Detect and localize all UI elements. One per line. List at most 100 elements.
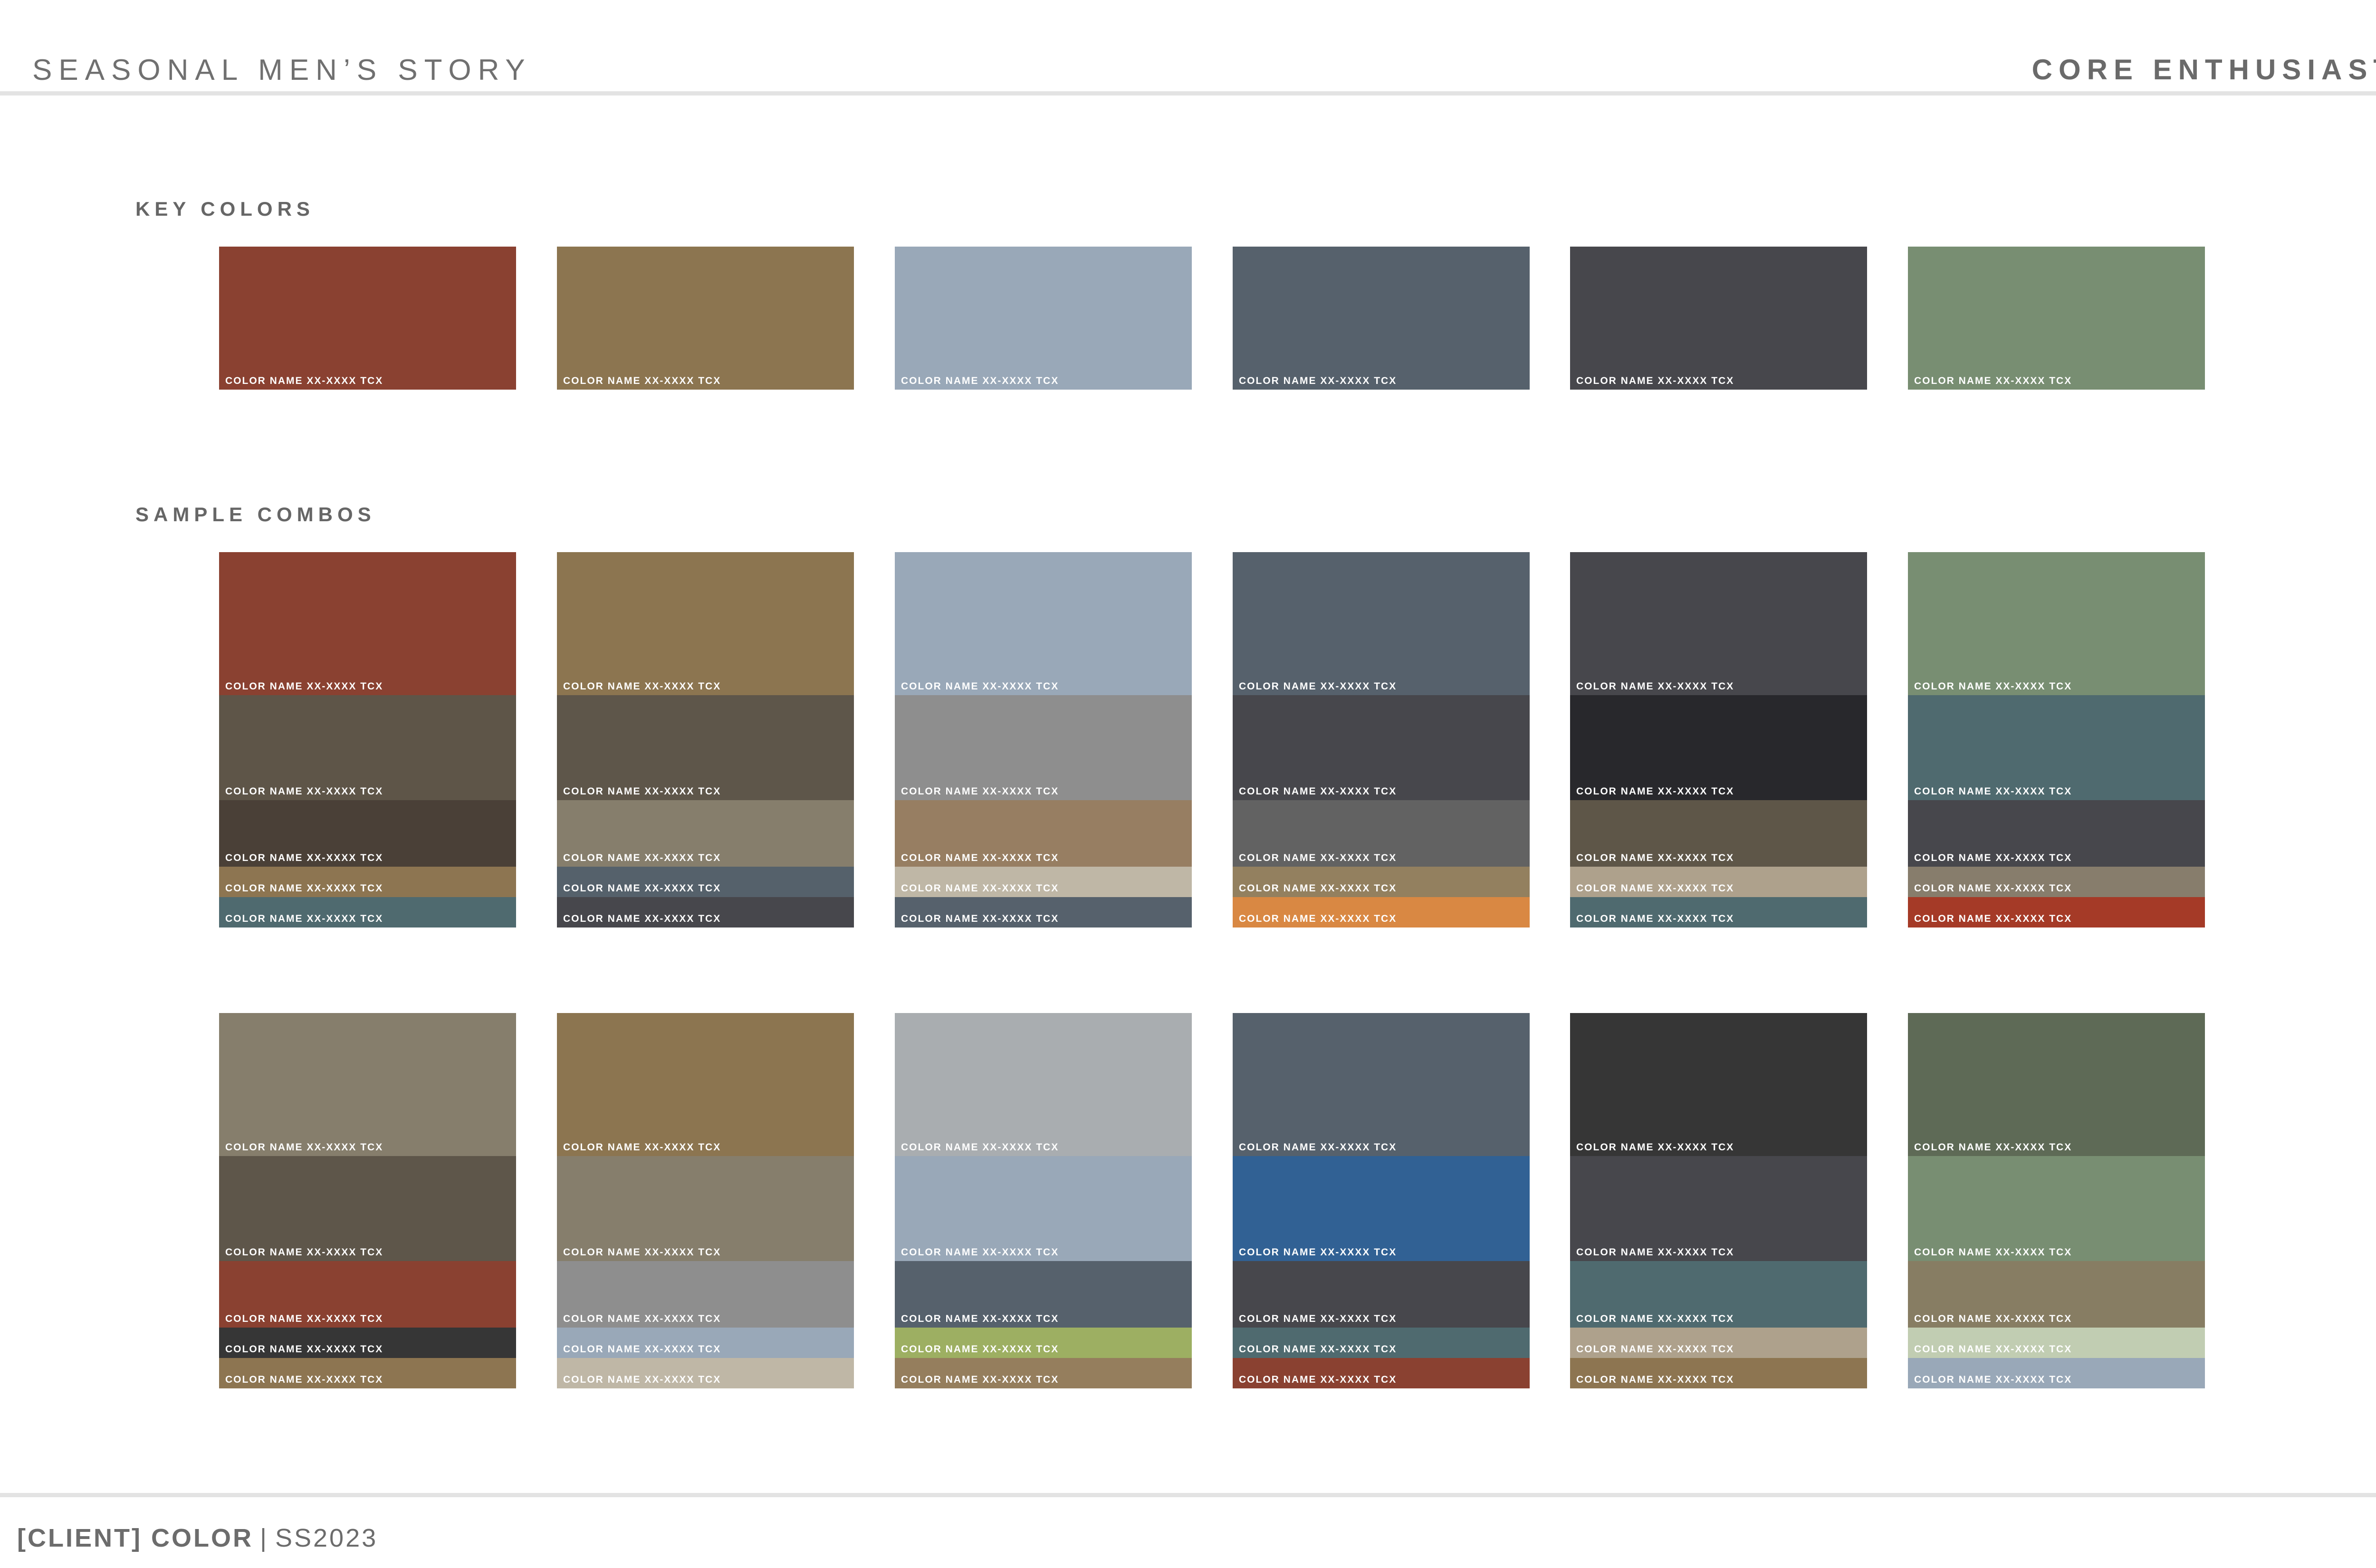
key-color-swatch: COLOR NAME XX-XXXX TCX (1908, 247, 2205, 390)
combo-swatch: COLOR NAME XX-XXXX TCX (219, 800, 516, 867)
combo-swatch: COLOR NAME XX-XXXX TCX (895, 800, 1192, 867)
key-colors-heading: KEY COLORS (135, 198, 315, 220)
swatch-label: COLOR NAME XX-XXXX TCX (1914, 681, 2072, 692)
swatch-label: COLOR NAME XX-XXXX TCX (1914, 1313, 2072, 1324)
combo-swatch: COLOR NAME XX-XXXX TCX (219, 552, 516, 695)
combo-swatch: COLOR NAME XX-XXXX TCX (1233, 867, 1530, 897)
swatch-label: COLOR NAME XX-XXXX TCX (225, 1313, 383, 1324)
combo-swatch: COLOR NAME XX-XXXX TCX (219, 695, 516, 800)
swatch-label: COLOR NAME XX-XXXX TCX (563, 852, 721, 863)
combo-swatch: COLOR NAME XX-XXXX TCX (1908, 867, 2205, 897)
swatch-label: COLOR NAME XX-XXXX TCX (1239, 883, 1397, 894)
swatch-label: COLOR NAME XX-XXXX TCX (225, 852, 383, 863)
combo-swatch: COLOR NAME XX-XXXX TCX (1570, 800, 1867, 867)
swatch-label: COLOR NAME XX-XXXX TCX (225, 913, 383, 924)
swatch-label: COLOR NAME XX-XXXX TCX (901, 375, 1059, 386)
segment-title: CORE ENTHUSIAST (2031, 54, 2376, 86)
combo-swatch: COLOR NAME XX-XXXX TCX (895, 1261, 1192, 1328)
combo-swatch: COLOR NAME XX-XXXX TCX (557, 552, 854, 695)
swatch-label: COLOR NAME XX-XXXX TCX (901, 852, 1059, 863)
combo-swatch: COLOR NAME XX-XXXX TCX (1908, 1328, 2205, 1358)
bottom-divider (0, 1493, 2376, 1497)
key-color-swatch: COLOR NAME XX-XXXX TCX (895, 247, 1192, 390)
combo-swatch: COLOR NAME XX-XXXX TCX (1233, 897, 1530, 927)
combo-swatch: COLOR NAME XX-XXXX TCX (557, 867, 854, 897)
swatch-label: COLOR NAME XX-XXXX TCX (1576, 786, 1734, 797)
swatch-label: COLOR NAME XX-XXXX TCX (1576, 375, 1734, 386)
combo-swatch: COLOR NAME XX-XXXX TCX (557, 1358, 854, 1388)
swatch-label: COLOR NAME XX-XXXX TCX (225, 1344, 383, 1355)
swatch-label: COLOR NAME XX-XXXX TCX (1239, 913, 1397, 924)
swatch-label: COLOR NAME XX-XXXX TCX (1914, 913, 2072, 924)
swatch-label: COLOR NAME XX-XXXX TCX (225, 1374, 383, 1385)
combo-swatch: COLOR NAME XX-XXXX TCX (557, 1328, 854, 1358)
swatch-label: COLOR NAME XX-XXXX TCX (1914, 1247, 2072, 1258)
swatch-label: COLOR NAME XX-XXXX TCX (563, 1344, 721, 1355)
swatch-label: COLOR NAME XX-XXXX TCX (563, 1313, 721, 1324)
combo-swatch: COLOR NAME XX-XXXX TCX (1908, 1156, 2205, 1261)
combo-swatch: COLOR NAME XX-XXXX TCX (219, 1156, 516, 1261)
combo-swatch: COLOR NAME XX-XXXX TCX (1233, 1358, 1530, 1388)
swatch-label: COLOR NAME XX-XXXX TCX (563, 786, 721, 797)
combo-swatch: COLOR NAME XX-XXXX TCX (1908, 800, 2205, 867)
swatch-label: COLOR NAME XX-XXXX TCX (225, 1142, 383, 1153)
combo-swatch: COLOR NAME XX-XXXX TCX (895, 1358, 1192, 1388)
swatch-label: COLOR NAME XX-XXXX TCX (901, 1344, 1059, 1355)
swatch-label: COLOR NAME XX-XXXX TCX (225, 883, 383, 894)
key-color-swatch: COLOR NAME XX-XXXX TCX (557, 247, 854, 390)
swatch-label: COLOR NAME XX-XXXX TCX (1576, 1142, 1734, 1153)
swatch-label: COLOR NAME XX-XXXX TCX (1576, 913, 1734, 924)
story-title: SEASONAL MEN’S STORY (32, 54, 532, 86)
swatch-label: COLOR NAME XX-XXXX TCX (1239, 375, 1397, 386)
swatch-label: COLOR NAME XX-XXXX TCX (1239, 1374, 1397, 1385)
swatch-label: COLOR NAME XX-XXXX TCX (1914, 883, 2072, 894)
swatch-label: COLOR NAME XX-XXXX TCX (1239, 1142, 1397, 1153)
swatch-label: COLOR NAME XX-XXXX TCX (225, 681, 383, 692)
swatch-label: COLOR NAME XX-XXXX TCX (225, 786, 383, 797)
combo-swatch: COLOR NAME XX-XXXX TCX (1908, 552, 2205, 695)
combo-swatch: COLOR NAME XX-XXXX TCX (1233, 695, 1530, 800)
combo-swatch: COLOR NAME XX-XXXX TCX (557, 695, 854, 800)
combo-swatch: COLOR NAME XX-XXXX TCX (219, 867, 516, 897)
combo-swatch: COLOR NAME XX-XXXX TCX (1233, 1261, 1530, 1328)
combo-swatch: COLOR NAME XX-XXXX TCX (895, 552, 1192, 695)
swatch-label: COLOR NAME XX-XXXX TCX (225, 1247, 383, 1258)
combo-swatch: COLOR NAME XX-XXXX TCX (219, 1328, 516, 1358)
swatch-label: COLOR NAME XX-XXXX TCX (901, 1374, 1059, 1385)
combo-swatch: COLOR NAME XX-XXXX TCX (1233, 1156, 1530, 1261)
swatch-label: COLOR NAME XX-XXXX TCX (901, 913, 1059, 924)
swatch-label: COLOR NAME XX-XXXX TCX (1576, 1344, 1734, 1355)
sample-combos-heading: SAMPLE COMBOS (135, 503, 376, 526)
swatch-label: COLOR NAME XX-XXXX TCX (563, 1142, 721, 1153)
combo-swatch: COLOR NAME XX-XXXX TCX (1570, 1358, 1867, 1388)
swatch-label: COLOR NAME XX-XXXX TCX (563, 1247, 721, 1258)
combo-swatch: COLOR NAME XX-XXXX TCX (557, 1261, 854, 1328)
combo-swatch: COLOR NAME XX-XXXX TCX (1570, 867, 1867, 897)
swatch-label: COLOR NAME XX-XXXX TCX (901, 1247, 1059, 1258)
combo-swatch: COLOR NAME XX-XXXX TCX (219, 1261, 516, 1328)
swatch-label: COLOR NAME XX-XXXX TCX (225, 375, 383, 386)
combo-swatch: COLOR NAME XX-XXXX TCX (1908, 1013, 2205, 1156)
swatch-label: COLOR NAME XX-XXXX TCX (1576, 852, 1734, 863)
footer: [CLIENT] COLOR | SS2023 (17, 1523, 378, 1553)
swatch-label: COLOR NAME XX-XXXX TCX (1914, 1142, 2072, 1153)
combo-swatch: COLOR NAME XX-XXXX TCX (557, 1156, 854, 1261)
combo-swatch: COLOR NAME XX-XXXX TCX (1233, 1328, 1530, 1358)
swatch-label: COLOR NAME XX-XXXX TCX (1576, 1313, 1734, 1324)
key-color-swatch: COLOR NAME XX-XXXX TCX (1570, 247, 1867, 390)
swatch-label: COLOR NAME XX-XXXX TCX (901, 1142, 1059, 1153)
swatch-label: COLOR NAME XX-XXXX TCX (1914, 1344, 2072, 1355)
swatch-label: COLOR NAME XX-XXXX TCX (901, 786, 1059, 797)
swatch-label: COLOR NAME XX-XXXX TCX (563, 883, 721, 894)
swatch-label: COLOR NAME XX-XXXX TCX (563, 681, 721, 692)
combo-swatch: COLOR NAME XX-XXXX TCX (895, 897, 1192, 927)
swatch-label: COLOR NAME XX-XXXX TCX (1239, 786, 1397, 797)
swatch-label: COLOR NAME XX-XXXX TCX (1914, 375, 2072, 386)
combo-swatch: COLOR NAME XX-XXXX TCX (1570, 897, 1867, 927)
swatch-label: COLOR NAME XX-XXXX TCX (1239, 681, 1397, 692)
combo-swatch: COLOR NAME XX-XXXX TCX (1570, 1328, 1867, 1358)
combo-swatch: COLOR NAME XX-XXXX TCX (1570, 1013, 1867, 1156)
swatch-label: COLOR NAME XX-XXXX TCX (1576, 1374, 1734, 1385)
key-color-swatch: COLOR NAME XX-XXXX TCX (219, 247, 516, 390)
footer-season: SS2023 (275, 1524, 378, 1552)
